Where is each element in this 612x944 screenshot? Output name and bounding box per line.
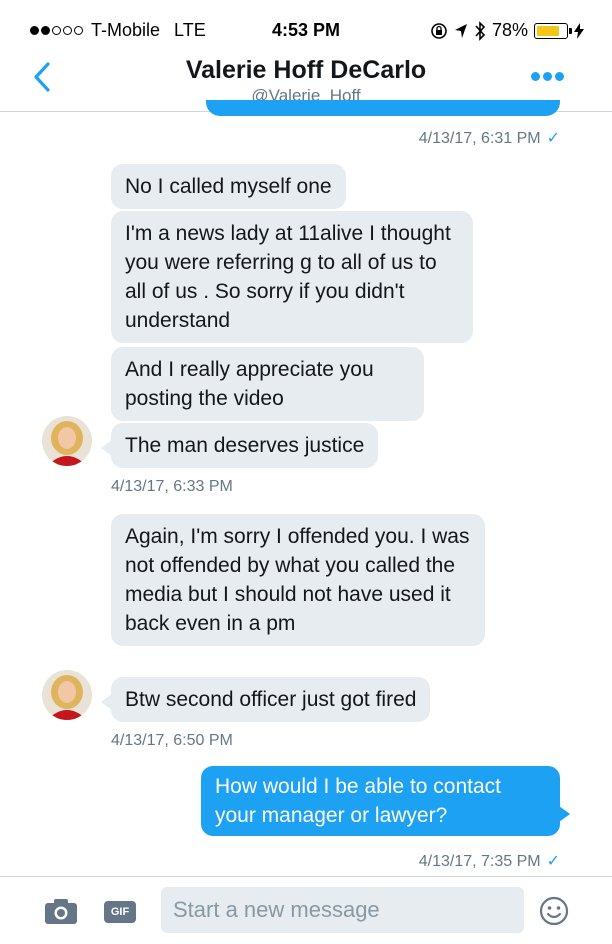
- gif-button[interactable]: GIF: [104, 901, 136, 923]
- avatar[interactable]: [42, 416, 92, 466]
- read-check-icon: ✓: [546, 853, 560, 870]
- contact-name: Valerie Hoff DeCarlo: [185, 56, 427, 84]
- sent-message: How would I be able to contact your mana…: [201, 766, 570, 836]
- message-timestamp: 4/13/17, 6:31 PM ✓: [418, 130, 560, 147]
- received-message: No I called myself one: [111, 164, 346, 209]
- received-message: And I really appreciate you posting the …: [111, 347, 424, 421]
- received-message: Again, I'm sorry I offended you. I was n…: [111, 514, 485, 646]
- message-timestamp: 4/13/17, 7:35 PM ✓: [418, 853, 560, 870]
- emoji-button[interactable]: [539, 896, 569, 926]
- read-check-icon: ✓: [546, 130, 560, 147]
- more-dots-icon: [531, 72, 540, 81]
- camera-button[interactable]: [44, 897, 78, 925]
- received-message: The man deserves justice: [100, 423, 379, 468]
- message-timestamp: 4/13/17, 6:50 PM: [111, 732, 233, 749]
- message-timestamp: 4/13/17, 6:33 PM: [111, 478, 233, 495]
- battery-percent: 78%: [491, 20, 528, 40]
- camera-icon: [45, 899, 77, 924]
- bluetooth-icon: [475, 20, 486, 41]
- emoji-icon: [539, 896, 569, 926]
- message-composer: GIF: [0, 876, 612, 944]
- more-options-button[interactable]: [531, 72, 564, 81]
- lock-rotation-icon: [431, 22, 447, 39]
- received-message: I'm a news lady at 11alive I thought you…: [111, 211, 473, 343]
- location-arrow-icon: [454, 23, 467, 38]
- status-right: 78%: [430, 20, 584, 41]
- received-message: Btw second officer just got fired: [100, 677, 431, 722]
- previous-sent-bubble: [206, 100, 560, 116]
- battery-icon: [534, 22, 572, 39]
- message-input[interactable]: [161, 887, 524, 933]
- status-bar: T-Mobile LTE 4:53 PM 78%: [0, 0, 612, 41]
- charging-bolt-icon: [574, 22, 584, 39]
- avatar[interactable]: [42, 670, 92, 720]
